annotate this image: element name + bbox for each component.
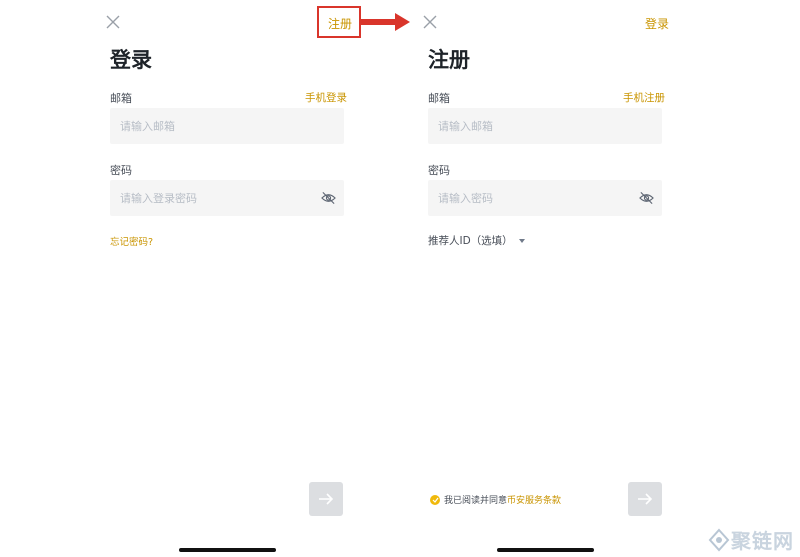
login-screen: 注册 登录 邮箱 手机登录 密码 忘记密码? — [92, 0, 362, 557]
agree-text: 我已阅读并同意 — [444, 496, 508, 506]
forgot-password-link[interactable]: 忘记密码? — [110, 234, 153, 248]
arrow-right-icon — [319, 493, 334, 505]
terms-agreement: 我已阅读并同意 币安服务条款 — [430, 493, 561, 506]
password-input[interactable] — [120, 191, 310, 205]
password-label: 密码 — [110, 164, 132, 177]
referral-id-toggle[interactable]: 推荐人ID（选填） — [428, 233, 525, 248]
phone-login-link[interactable]: 手机登录 — [305, 90, 347, 105]
password-label: 密码 — [428, 164, 450, 177]
home-indicator — [497, 548, 594, 552]
annotation-highlight-box — [317, 6, 361, 38]
email-field[interactable] — [428, 108, 662, 144]
email-label: 邮箱 — [428, 92, 450, 105]
email-input[interactable] — [438, 119, 628, 133]
login-link[interactable]: 登录 — [645, 15, 669, 32]
close-icon[interactable] — [105, 14, 121, 30]
page-title: 注册 — [428, 48, 470, 72]
eye-off-icon[interactable] — [639, 191, 654, 205]
email-label: 邮箱 — [110, 92, 132, 105]
watermark: 聚链网 — [707, 525, 794, 554]
password-field[interactable] — [110, 180, 344, 216]
register-screen: 登录 注册 邮箱 手机注册 密码 推荐人ID（选填） 我已阅读并同意币安服务条款 — [410, 0, 680, 557]
watermark-logo-icon — [708, 528, 730, 551]
terms-link[interactable]: 币安服务条款 — [507, 493, 561, 506]
password-input[interactable] — [438, 191, 628, 205]
password-field[interactable] — [428, 180, 662, 216]
check-circle-icon[interactable] — [430, 494, 440, 505]
home-indicator — [179, 548, 276, 552]
page-title: 登录 — [110, 48, 152, 72]
arrow-right-icon — [638, 493, 653, 505]
close-icon[interactable] — [422, 14, 438, 30]
email-field[interactable] — [110, 108, 344, 144]
submit-button[interactable] — [309, 482, 343, 516]
referral-id-label: 推荐人ID（选填） — [428, 235, 513, 247]
watermark-text: 聚链网 — [731, 529, 794, 553]
submit-button[interactable] — [628, 482, 662, 516]
caret-down-icon — [518, 238, 525, 243]
eye-off-icon[interactable] — [321, 191, 336, 205]
red-arrow-icon — [361, 13, 410, 31]
phone-register-link[interactable]: 手机注册 — [623, 90, 665, 105]
email-input[interactable] — [120, 119, 310, 133]
